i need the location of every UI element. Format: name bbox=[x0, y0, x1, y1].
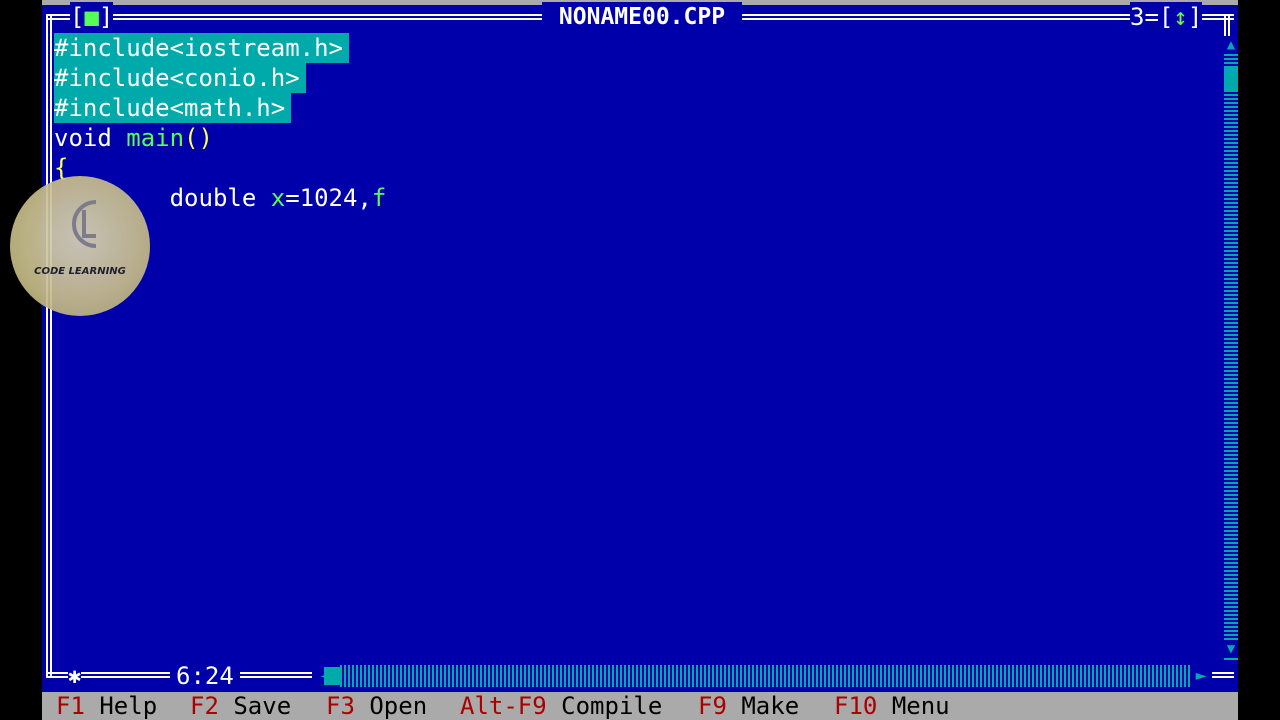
code-token: , bbox=[357, 184, 372, 212]
hotkey-key: F3 bbox=[326, 692, 355, 720]
hotkey-label: Help bbox=[99, 692, 158, 720]
scroll-right-icon[interactable]: ► bbox=[1190, 665, 1212, 687]
window-frame-left bbox=[46, 14, 52, 678]
code-token: x bbox=[270, 184, 286, 212]
scroll-up-icon[interactable]: ▲ bbox=[1224, 36, 1238, 54]
hotkey-key: F2 bbox=[190, 692, 219, 720]
cursor-position: 6:24 bbox=[170, 661, 240, 691]
window-number-zoom[interactable]: 3=[↕] bbox=[1130, 2, 1203, 32]
hotkey-open[interactable]: F3 Open bbox=[326, 692, 427, 720]
hotkey-label: Compile bbox=[561, 692, 663, 720]
horizontal-scrollbar[interactable] bbox=[312, 665, 1210, 687]
code-line[interactable]: #include<iostream.h> bbox=[54, 33, 349, 63]
code-learning-watermark: CODE LEARNING bbox=[10, 176, 150, 316]
hotkey-make[interactable]: F9 Make bbox=[698, 692, 799, 720]
code-token: () bbox=[184, 124, 213, 152]
hotkey-label: Save bbox=[233, 692, 292, 720]
code-token: main bbox=[126, 124, 185, 152]
hotkey-key: F9 bbox=[698, 692, 727, 720]
hotkey-key: F10 bbox=[834, 692, 878, 720]
code-line[interactable]: #include<conio.h> bbox=[54, 63, 306, 93]
scroll-down-icon[interactable]: ▼ bbox=[1224, 640, 1238, 658]
zoom-icon: ↕ bbox=[1173, 3, 1188, 31]
vertical-scroll-thumb[interactable] bbox=[1224, 68, 1238, 90]
hotkey-save[interactable]: F2 Save bbox=[190, 692, 291, 720]
code-token: = bbox=[285, 184, 300, 212]
watermark-text: CODE LEARNING bbox=[34, 266, 126, 277]
code-learning-logo-icon bbox=[72, 200, 97, 248]
hotkey-key: F1 bbox=[56, 692, 85, 720]
code-line[interactable]: void main() bbox=[54, 123, 213, 153]
resize-icon[interactable]: ✱ bbox=[68, 663, 82, 691]
hotkey-compile[interactable]: Alt-F9 Compile bbox=[460, 692, 662, 720]
hotkey-menu[interactable]: F10 Menu bbox=[834, 692, 950, 720]
window-close-box[interactable]: [■] bbox=[70, 2, 114, 32]
code-token: 1024 bbox=[299, 184, 358, 212]
code-line[interactable]: #include<math.h> bbox=[54, 93, 292, 123]
hotkey-key: Alt-F9 bbox=[460, 692, 547, 720]
hotkey-label: Open bbox=[369, 692, 428, 720]
vertical-scrollbar[interactable] bbox=[1224, 36, 1238, 660]
code-token: f bbox=[371, 184, 387, 212]
turbo-cpp-screen: [■] NONAME00.CPP 3=[↕] #include<iostream… bbox=[42, 0, 1238, 720]
window-title: NONAME00.CPP bbox=[542, 2, 742, 32]
hotkey-help[interactable]: F1 Help bbox=[56, 692, 157, 720]
code-editor[interactable]: #include<iostream.h> #include<conio.h> #in… bbox=[54, 33, 1222, 663]
hotkey-label: Make bbox=[741, 692, 800, 720]
hotkey-label: Menu bbox=[891, 692, 950, 720]
status-bar: F1 Help F2 Save F3 Open Alt-F9 Compile F9 Ma… bbox=[42, 692, 1238, 720]
code-token: void bbox=[54, 124, 127, 152]
horizontal-scroll-thumb[interactable] bbox=[324, 667, 342, 685]
close-icon: ■ bbox=[84, 3, 99, 31]
